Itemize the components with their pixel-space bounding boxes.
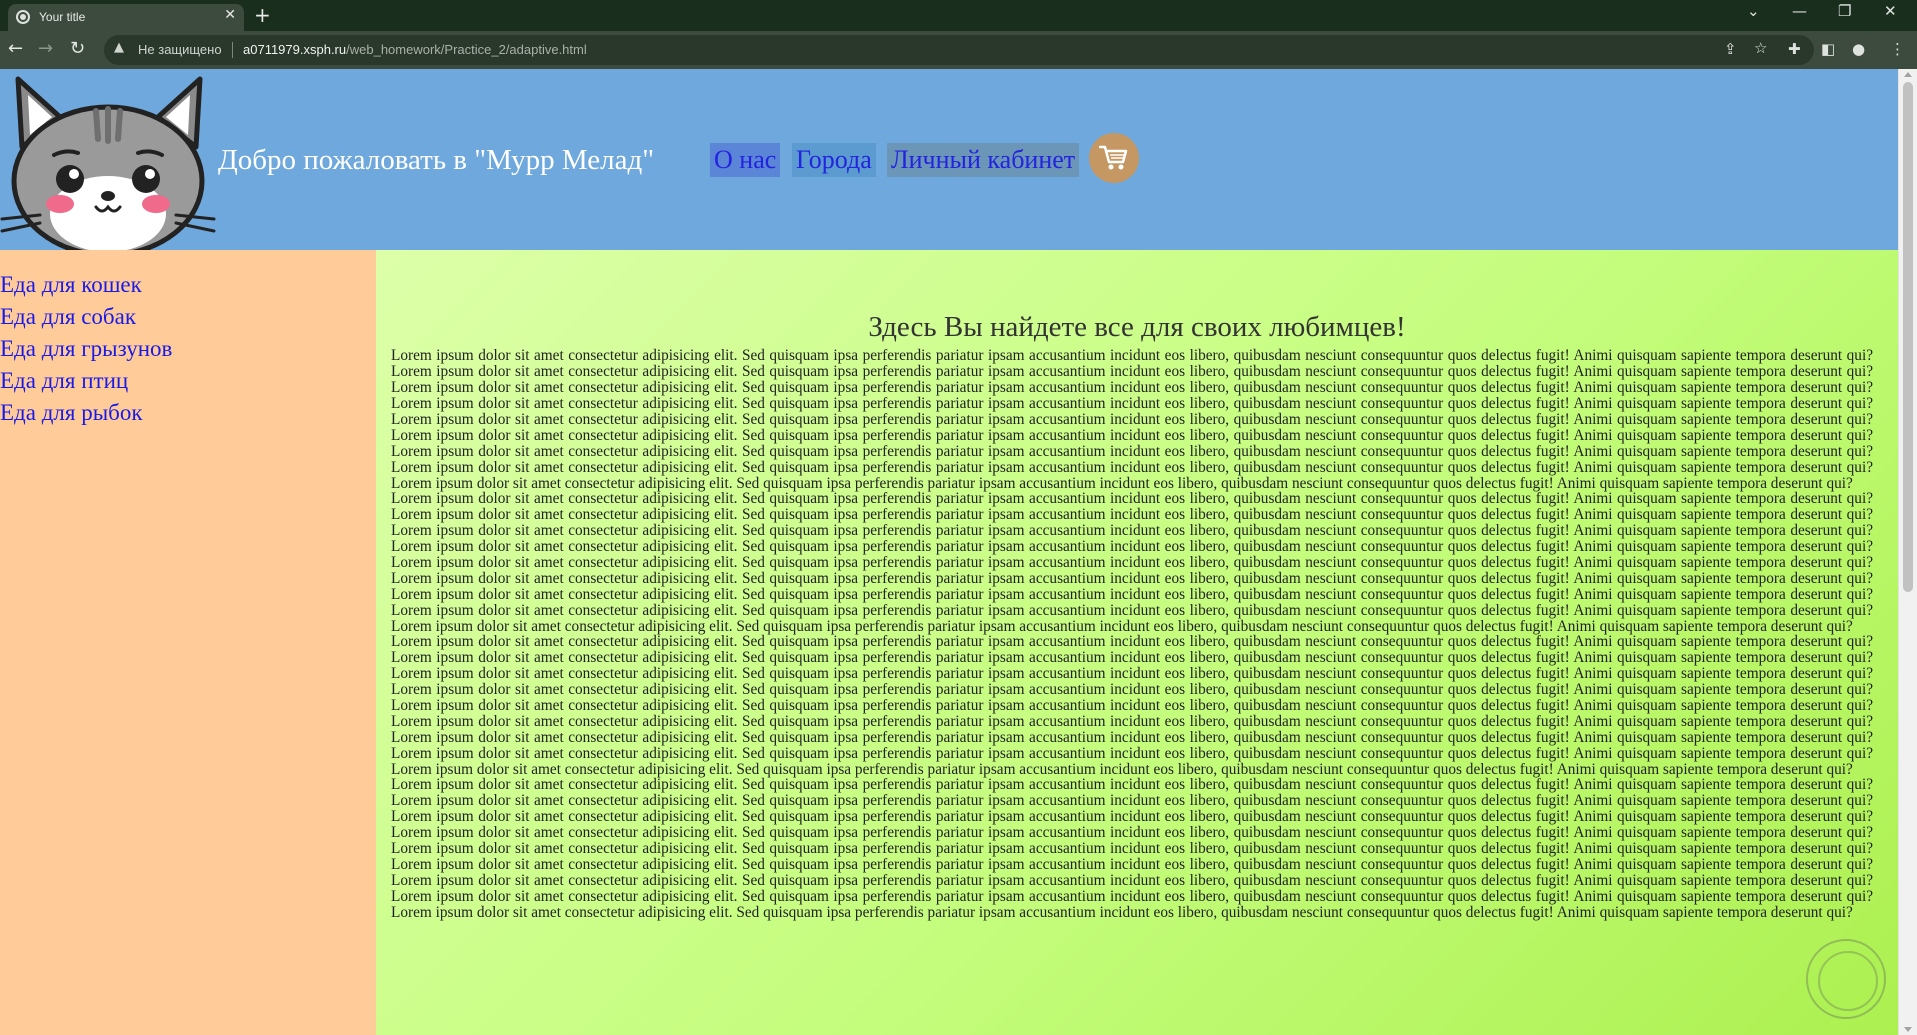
address-divider — [232, 42, 233, 58]
minimize-icon[interactable]: — — [1792, 2, 1807, 20]
profile-icon[interactable]: ● — [1852, 40, 1865, 58]
tab-search-icon[interactable]: ⌄ — [1747, 2, 1760, 20]
tab-close-icon[interactable]: ✕ — [224, 7, 236, 23]
site-header: Добро пожаловать в "Мурр Мелад" О нас Го… — [0, 69, 1898, 250]
url-host: a0711979.xsph.ru — [243, 42, 347, 57]
nav-link-account[interactable]: Личный кабинет — [887, 143, 1080, 177]
main-content: Здесь Вы найдете все для своих любимцев!… — [376, 250, 1898, 1035]
main-heading: Здесь Вы найдете все для своих любимцев! — [868, 311, 1406, 344]
browser-tab-strip: Your title ✕ + ⌄ — ❐ ✕ — [0, 0, 1917, 31]
reload-icon[interactable]: ↻ — [70, 38, 85, 59]
scroll-down-arrow-icon[interactable] — [1904, 1027, 1912, 1032]
address-bar[interactable]: ▲ Не защищено a0711979.xsph.ru/web_homew… — [104, 35, 1814, 65]
browser-toolbar: ← → ↻ ▲ Не защищено a0711979.xsph.ru/web… — [0, 31, 1917, 69]
globe-icon — [16, 10, 30, 24]
sidebar-item-cat-food[interactable]: Еда для кошек — [0, 272, 142, 298]
cart-button[interactable] — [1089, 133, 1139, 183]
site-title: Добро пожаловать в "Мурр Мелад" — [218, 144, 655, 176]
sidepanel-icon[interactable]: ◧ — [1821, 40, 1835, 58]
sidebar-item-dog-food[interactable]: Еда для собак — [0, 304, 136, 330]
page-viewport: Добро пожаловать в "Мурр Мелад" О нас Го… — [0, 69, 1917, 1035]
page-scrollbar[interactable] — [1898, 69, 1917, 1035]
sidebar-item-rodent-food[interactable]: Еда для грызунов — [0, 336, 172, 362]
cat-logo — [0, 76, 216, 250]
tab-title: Your title — [39, 10, 86, 24]
content-paragraph: Lorem ipsum dolor sit amet consectetur a… — [391, 347, 1873, 492]
back-arrow-icon[interactable]: ← — [8, 38, 23, 59]
scroll-up-arrow-icon[interactable] — [1904, 72, 1912, 77]
new-tab-button[interactable]: + — [254, 3, 271, 27]
close-icon[interactable]: ✕ — [1884, 2, 1897, 20]
sidebar-item-bird-food[interactable]: Еда для птиц — [0, 368, 128, 394]
content-paragraph: Lorem ipsum dolor sit amet consectetur a… — [391, 490, 1873, 635]
cart-icon — [1099, 145, 1128, 170]
sidebar: Еда для кошек Еда для собак Еда для грыз… — [0, 250, 376, 1035]
extensions-icon[interactable]: ✚ — [1788, 40, 1801, 58]
forward-arrow-icon[interactable]: → — [38, 38, 53, 59]
content-paragraph: Lorem ipsum dolor sit amet consectetur a… — [391, 776, 1873, 921]
browser-tab[interactable]: Your title ✕ — [8, 4, 244, 31]
scrollbar-thumb[interactable] — [1903, 82, 1913, 592]
share-icon[interactable]: ⇪ — [1724, 40, 1737, 58]
url-text[interactable]: a0711979.xsph.ru/web_homework/Practice_2… — [243, 42, 587, 57]
watermark-seal — [1806, 939, 1886, 1019]
nav-link-cities[interactable]: Города — [792, 143, 876, 177]
star-icon[interactable]: ☆ — [1754, 39, 1767, 57]
warning-icon[interactable]: ▲ — [114, 40, 124, 55]
sidebar-item-fish-food[interactable]: Еда для рыбок — [0, 400, 143, 426]
restore-icon[interactable]: ❐ — [1838, 2, 1851, 20]
url-path: /web_homework/Practice_2/adaptive.html — [346, 42, 587, 57]
nav-link-about[interactable]: О нас — [710, 143, 781, 177]
menu-icon[interactable]: ⋮ — [1890, 40, 1905, 58]
content-paragraph: Lorem ipsum dolor sit amet consectetur a… — [391, 633, 1873, 778]
insecure-label[interactable]: Не защищено — [138, 42, 222, 57]
